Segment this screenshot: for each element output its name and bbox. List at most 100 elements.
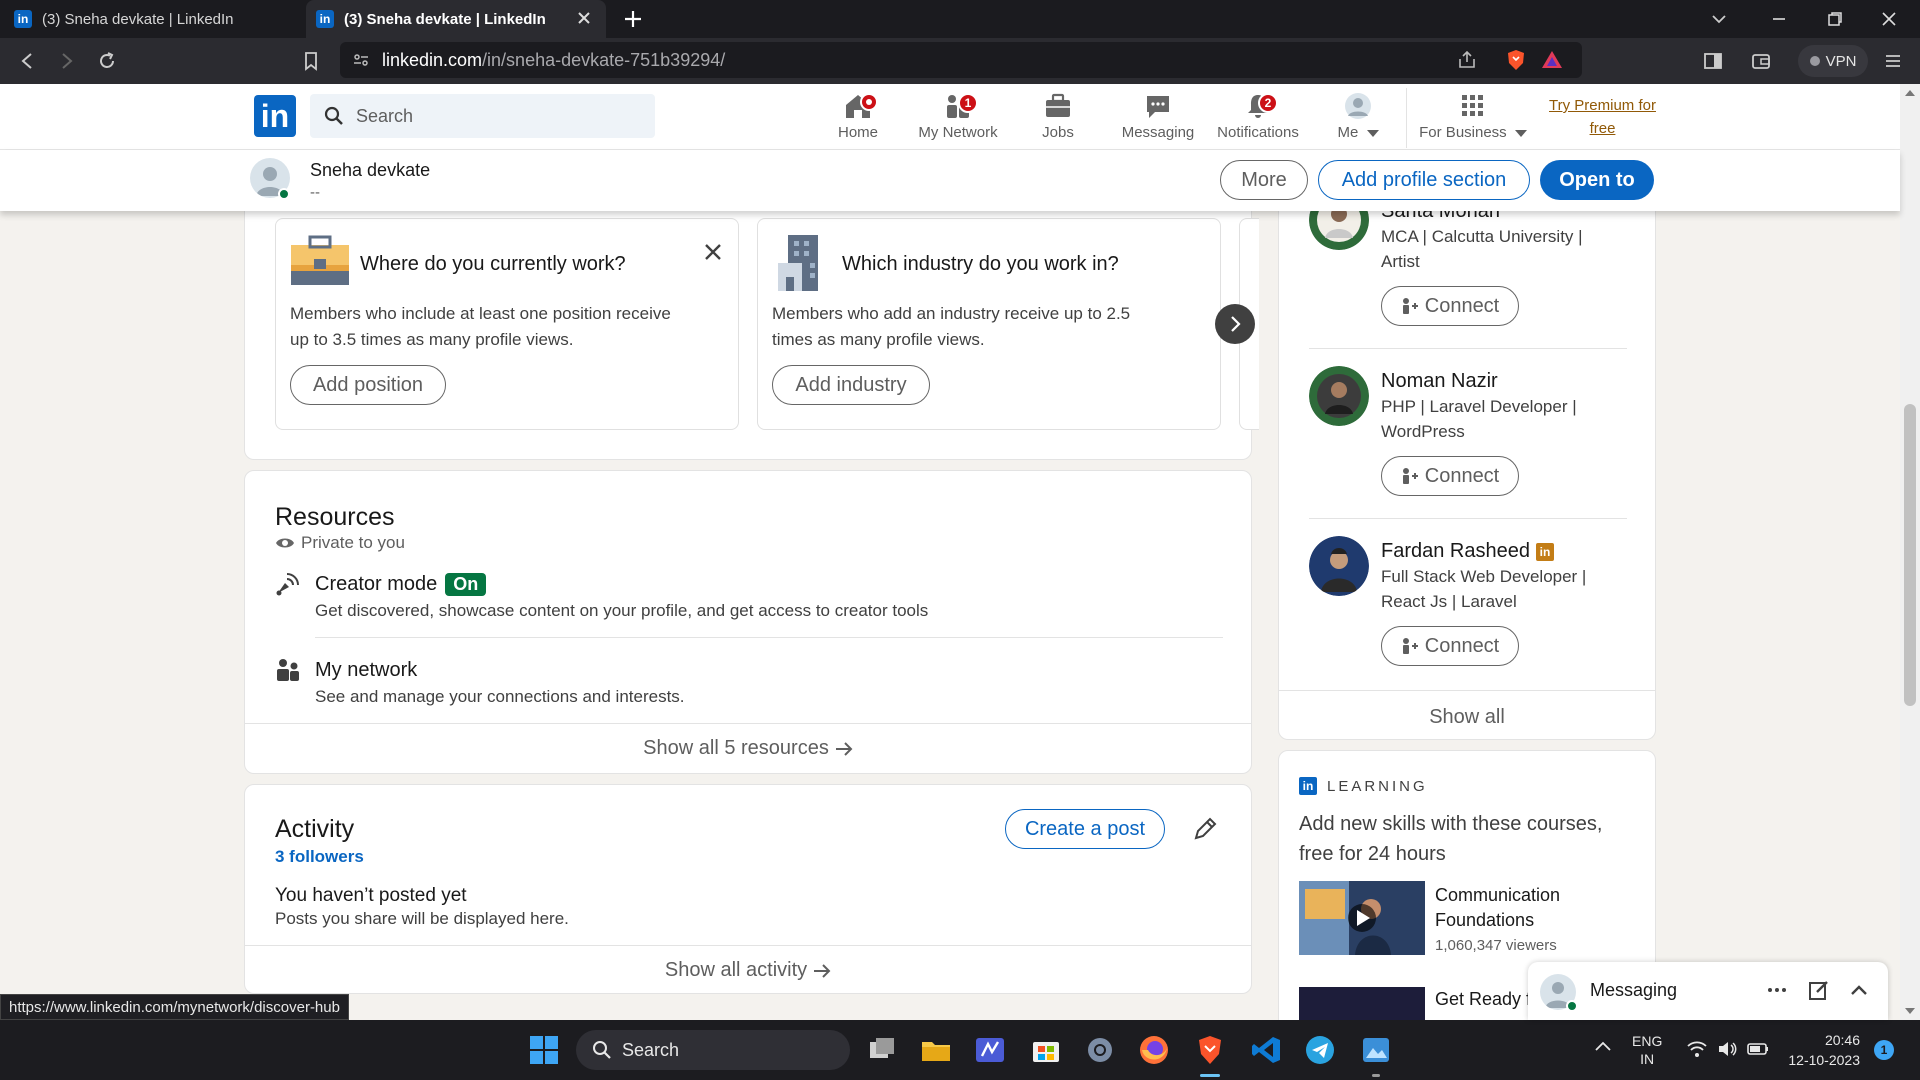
- search-input[interactable]: Search: [310, 94, 655, 138]
- edit-pencil-icon[interactable]: [1191, 815, 1219, 843]
- browser-tab[interactable]: in (3) Sneha devkate | LinkedIn: [14, 0, 304, 38]
- bookmark-icon[interactable]: [298, 48, 324, 74]
- scroll-up-arrow-icon[interactable]: [1904, 88, 1916, 98]
- learning-desc-line1: Add new skills with these courses,: [1299, 813, 1603, 835]
- divider: [245, 945, 1251, 946]
- divider: [245, 723, 1251, 724]
- tab-list-chevron-icon[interactable]: [1706, 6, 1732, 32]
- add-industry-button[interactable]: Add industry: [772, 365, 930, 405]
- show-all-resources-link[interactable]: Show all 5 resources: [245, 737, 1251, 760]
- show-all-activity-link[interactable]: Show all activity: [245, 959, 1251, 982]
- task-view-icon[interactable]: [866, 1034, 898, 1066]
- brave-rewards-icon[interactable]: [1540, 48, 1564, 72]
- nav-notifications[interactable]: 2 Notifications: [1210, 92, 1306, 148]
- restore-icon[interactable]: [1822, 6, 1848, 32]
- more-options-icon[interactable]: [1766, 980, 1788, 1000]
- app-icon[interactable]: [974, 1034, 1006, 1066]
- show-all-people-link[interactable]: Show all: [1279, 706, 1655, 729]
- taskbar-search-input[interactable]: Search: [576, 1030, 850, 1070]
- telegram-icon[interactable]: [1304, 1034, 1336, 1066]
- nav-home[interactable]: Home: [810, 92, 906, 148]
- suggestion-desc-line2: up to 3.5 times as many profile views.: [290, 330, 574, 349]
- course-title[interactable]: Communication Foundations: [1435, 883, 1560, 933]
- connect-button[interactable]: Connect: [1381, 286, 1519, 326]
- brave-shield-icon[interactable]: [1504, 48, 1528, 72]
- add-profile-section-button[interactable]: Add profile section: [1318, 160, 1530, 200]
- eye-icon: [276, 538, 294, 548]
- course-thumbnail[interactable]: [1299, 881, 1425, 955]
- language-line1: ENG: [1632, 1033, 1663, 1049]
- avatar[interactable]: [1309, 366, 1369, 426]
- my-network-title[interactable]: My network: [315, 659, 417, 682]
- more-button[interactable]: More: [1220, 160, 1308, 200]
- battery-icon[interactable]: [1746, 1038, 1770, 1060]
- close-window-icon[interactable]: [1876, 6, 1902, 32]
- scroll-down-arrow-icon[interactable]: [1904, 1006, 1916, 1016]
- person-headline-line2: WordPress: [1381, 422, 1465, 441]
- nav-my-network[interactable]: 1 My Network: [910, 92, 1006, 148]
- site-settings-icon[interactable]: [352, 51, 370, 69]
- close-icon[interactable]: [704, 243, 722, 261]
- close-tab-icon[interactable]: [574, 8, 594, 28]
- divider: [1309, 348, 1627, 349]
- nav-jobs[interactable]: Jobs: [1010, 92, 1106, 148]
- add-person-icon: [1402, 638, 1418, 654]
- vpn-button[interactable]: VPN: [1798, 45, 1868, 77]
- new-tab-plus-icon[interactable]: [620, 6, 646, 32]
- vscode-icon[interactable]: [1250, 1034, 1282, 1066]
- add-position-button[interactable]: Add position: [290, 365, 446, 405]
- try-premium-link[interactable]: Try Premium for free: [1540, 94, 1665, 140]
- notification-count-badge[interactable]: 1: [1874, 1040, 1894, 1060]
- wifi-icon[interactable]: [1686, 1038, 1708, 1060]
- creator-mode-item[interactable]: Creator mode On: [315, 573, 487, 596]
- nav-me[interactable]: Me: [1310, 92, 1406, 148]
- minimize-icon[interactable]: [1766, 6, 1792, 32]
- windows-start-icon[interactable]: [528, 1034, 560, 1066]
- brave-browser-icon[interactable]: [1194, 1034, 1226, 1066]
- sidebar-toggle-icon[interactable]: [1700, 48, 1726, 74]
- divider: [1309, 518, 1627, 519]
- share-icon[interactable]: [1456, 49, 1478, 71]
- connect-button[interactable]: Connect: [1381, 456, 1519, 496]
- tray-chevron-up-icon[interactable]: [1592, 1036, 1614, 1058]
- reload-icon[interactable]: [94, 48, 120, 74]
- firefox-icon[interactable]: [1138, 1034, 1170, 1066]
- forward-arrow-icon[interactable]: [54, 48, 80, 74]
- create-post-button[interactable]: Create a post: [1005, 809, 1165, 849]
- person-headline-line1: MCA | Calcutta University |: [1381, 227, 1583, 246]
- person-headline-line1: PHP | Laravel Developer |: [1381, 397, 1577, 416]
- person-name[interactable]: Fardan Rasheed: [1381, 540, 1530, 563]
- browser-tab-active[interactable]: in (3) Sneha devkate | LinkedIn: [306, 0, 606, 38]
- back-arrow-icon[interactable]: [14, 48, 40, 74]
- nav-messaging[interactable]: Messaging: [1110, 92, 1206, 148]
- scrollbar-thumb[interactable]: [1904, 404, 1916, 706]
- browser-menu-icon[interactable]: [1880, 48, 1906, 74]
- nav-jobs-label: Jobs: [1042, 124, 1074, 141]
- volume-icon[interactable]: [1716, 1038, 1738, 1060]
- course-title[interactable]: Get Ready f: [1435, 989, 1531, 1010]
- nav-for-business[interactable]: For Business: [1418, 92, 1528, 148]
- course-title-line1: Communication: [1435, 885, 1561, 905]
- followers-link[interactable]: 3 followers: [275, 847, 364, 867]
- premium-line2: free: [1589, 120, 1616, 137]
- clock[interactable]: 20:46 12-10-2023: [1784, 1030, 1860, 1070]
- avatar[interactable]: [1309, 536, 1369, 596]
- add-person-icon: [1402, 298, 1418, 314]
- compose-icon[interactable]: [1808, 979, 1830, 1001]
- carousel-next-button[interactable]: [1215, 304, 1255, 344]
- person-headline: PHP | Laravel Developer | WordPress: [1381, 394, 1601, 444]
- address-bar[interactable]: linkedin.com/in/sneha-devkate-751b39294/: [340, 42, 1582, 78]
- settings-gear-icon[interactable]: [1084, 1034, 1116, 1066]
- file-explorer-icon[interactable]: [920, 1034, 952, 1066]
- image-app-icon[interactable]: [1360, 1034, 1392, 1066]
- creator-mode-title: Creator mode: [315, 573, 438, 595]
- microsoft-store-icon[interactable]: [1030, 1034, 1062, 1066]
- person-name[interactable]: Noman Nazir: [1381, 370, 1498, 393]
- language-indicator[interactable]: ENG IN: [1632, 1032, 1662, 1068]
- chevron-up-icon[interactable]: [1848, 980, 1870, 1000]
- connect-button[interactable]: Connect: [1381, 626, 1519, 666]
- messaging-overlay[interactable]: Messaging: [1528, 962, 1888, 1020]
- linkedin-logo[interactable]: in: [254, 95, 296, 137]
- open-to-button[interactable]: Open to: [1540, 160, 1654, 200]
- wallet-icon[interactable]: [1748, 48, 1774, 74]
